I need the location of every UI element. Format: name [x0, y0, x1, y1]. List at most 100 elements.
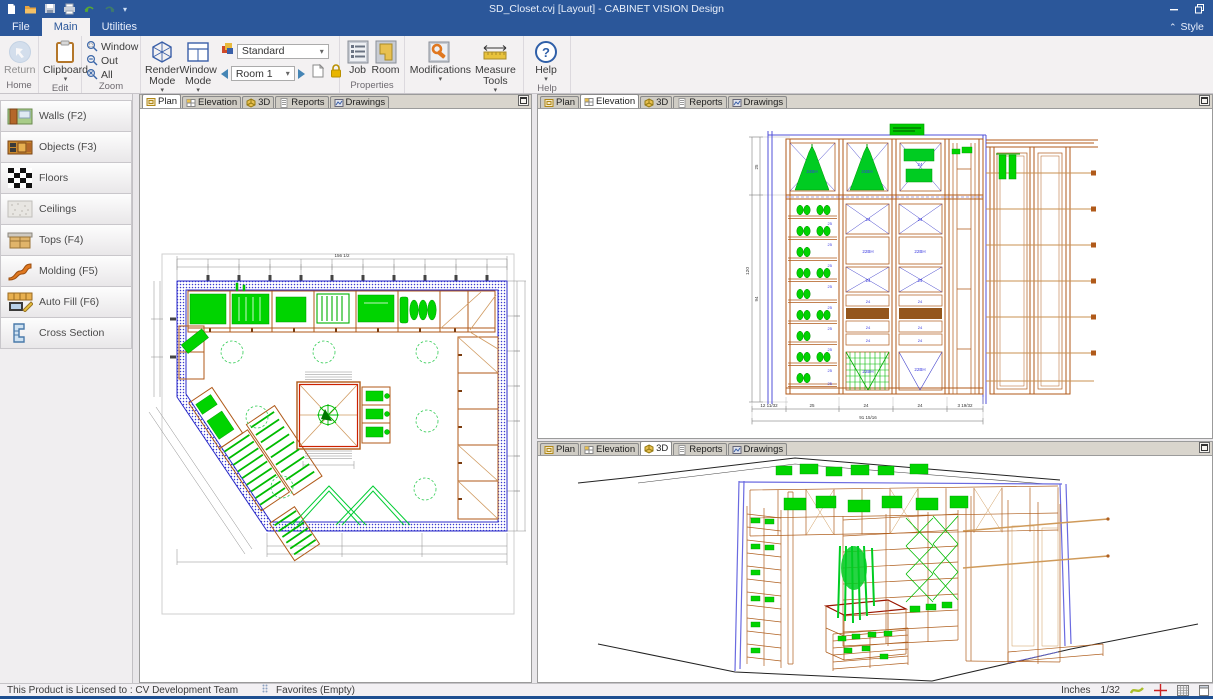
ribbon: Return Home Clipboard ▾ Edit: [0, 36, 1213, 94]
svg-text:24: 24: [866, 325, 871, 330]
new-room-icon[interactable]: [312, 64, 324, 83]
room-properties-button[interactable]: Room: [371, 38, 400, 76]
minimize-button[interactable]: [1161, 0, 1187, 18]
tab-elevation[interactable]: Elevation: [580, 94, 639, 108]
style-button[interactable]: ⌃ Style: [1169, 18, 1213, 36]
elevation-pane-tabs: Plan Elevation 3D Reports Drawings: [538, 95, 1212, 109]
sidebar-item-floors[interactable]: Floors: [0, 163, 132, 194]
reports-icon: [677, 445, 687, 455]
restore-button[interactable]: [1187, 0, 1213, 18]
collapse-ribbon-icon[interactable]: ⌃: [1169, 22, 1177, 33]
svg-text:22BH: 22BH: [862, 249, 873, 254]
window-mode-button[interactable]: Window Mode ▾: [179, 38, 216, 94]
svg-text:?: ?: [542, 45, 550, 60]
sidebar-item-molding[interactable]: Molding (F5): [0, 256, 132, 287]
ribbon-group-properties: Job Room Properties: [340, 36, 405, 93]
measure-tools-dropdown-icon: ▾: [494, 87, 498, 94]
render-mode-icon: [150, 39, 174, 65]
room-prev-button[interactable]: [221, 69, 228, 79]
window-toggle-icon[interactable]: [1199, 685, 1209, 696]
grid-toggle-icon[interactable]: [1177, 685, 1189, 696]
sidebar-item-autofill[interactable]: Auto Fill (F6): [0, 287, 132, 318]
tab-drawings[interactable]: Drawings: [330, 96, 390, 108]
tab-plan[interactable]: Plan: [540, 443, 579, 455]
sidebar-item-tops[interactable]: Tops (F4): [0, 225, 132, 256]
sidebar-item-objects[interactable]: Objects (F3): [0, 132, 132, 163]
tab-plan[interactable]: Plan: [540, 96, 579, 108]
plan-maximize-button[interactable]: [518, 95, 529, 106]
three-d-canvas[interactable]: [538, 456, 1212, 682]
favorites-label[interactable]: Favorites (Empty): [276, 685, 355, 696]
reports-icon: [279, 98, 289, 108]
qat-customize-icon[interactable]: ▾: [123, 5, 127, 14]
undo-icon[interactable]: [83, 3, 96, 15]
svg-text:24: 24: [918, 338, 923, 343]
svg-text:24: 24: [865, 278, 871, 283]
job-button[interactable]: Job: [344, 38, 371, 76]
tab-3d[interactable]: 3D: [640, 441, 672, 455]
group-label-help: Help: [524, 83, 570, 94]
ribbon-group-help: ? Help ▾ Help: [524, 36, 571, 93]
ribbon-group-view: Render Mode ▾ Window Mode ▾ Standard: [141, 36, 340, 93]
tab-3d[interactable]: 3D: [640, 96, 672, 108]
tab-plan[interactable]: Plan: [142, 94, 181, 108]
group-label-properties: Properties: [340, 80, 404, 93]
print-icon[interactable]: [63, 3, 76, 15]
view-style-select[interactable]: Standard ▾: [237, 44, 329, 59]
zoom-out-button[interactable]: Out: [86, 55, 138, 67]
zoom-out-icon: [86, 54, 98, 69]
modifications-button[interactable]: Modifications ▾: [409, 38, 472, 83]
plan-pane: Plan Elevation 3D Reports Drawings: [139, 94, 532, 683]
clipboard-icon: [55, 39, 75, 65]
render-mode-button[interactable]: Render Mode ▾: [145, 38, 179, 94]
units-indicator[interactable]: Inches: [1061, 685, 1090, 696]
elevation-icon: [584, 97, 594, 107]
tab-main[interactable]: Main: [42, 18, 90, 36]
return-button[interactable]: Return: [4, 38, 36, 76]
sidebar-item-walls[interactable]: Walls (F2): [0, 100, 132, 132]
room-properties-icon: [375, 39, 397, 65]
new-file-icon[interactable]: [6, 3, 17, 15]
scale-indicator[interactable]: 1/32: [1101, 685, 1120, 696]
tab-file[interactable]: File: [0, 18, 42, 36]
drawings-icon: [732, 98, 742, 108]
zoom-window-button[interactable]: Window: [86, 41, 138, 53]
room-select[interactable]: Room 1 ▾: [231, 66, 295, 81]
license-text: This Product is Licensed to : CV Develop…: [0, 685, 238, 696]
snap-toggle-icon[interactable]: [1130, 685, 1144, 696]
plan-pane-tabs: Plan Elevation 3D Reports Drawings: [140, 95, 531, 109]
group-label-home: Home: [0, 80, 38, 93]
help-button[interactable]: ? Help ▾: [528, 38, 564, 83]
svg-text:24BH: 24BH: [861, 169, 872, 174]
open-folder-icon[interactable]: [24, 3, 37, 15]
room-next-button[interactable]: [298, 69, 305, 79]
tab-reports[interactable]: Reports: [275, 96, 328, 108]
tab-reports[interactable]: Reports: [673, 443, 726, 455]
tab-3d[interactable]: 3D: [242, 96, 274, 108]
three-d-maximize-button[interactable]: [1199, 442, 1210, 453]
svg-text:24: 24: [918, 325, 923, 330]
elev-dim-height: 120: [745, 267, 751, 275]
svg-text:25: 25: [828, 326, 833, 331]
titlebar: ▾ SD_Closet.cvj [Layout] - CABINET VISIO…: [0, 0, 1213, 18]
sidebar-item-ceilings[interactable]: Ceilings: [0, 194, 132, 225]
sidebar-item-cross-section[interactable]: Cross Section: [0, 318, 132, 349]
plan-canvas[interactable]: 156 1/2: [140, 109, 531, 682]
crosshair-toggle-icon[interactable]: [1154, 684, 1167, 697]
tab-drawings[interactable]: Drawings: [728, 96, 788, 108]
svg-text:24: 24: [918, 299, 923, 304]
tab-drawings[interactable]: Drawings: [728, 443, 788, 455]
redo-icon[interactable]: [103, 3, 116, 15]
measure-tools-button[interactable]: Measure Tools ▾: [472, 38, 519, 94]
zoom-all-button[interactable]: All: [86, 69, 138, 81]
clipboard-dropdown-icon: ▾: [64, 76, 68, 83]
favorites-grip[interactable]: [262, 684, 268, 697]
tab-utilities[interactable]: Utilities: [90, 18, 149, 36]
tab-elevation[interactable]: Elevation: [182, 96, 241, 108]
tab-elevation[interactable]: Elevation: [580, 443, 639, 455]
molding-icon: [1, 261, 39, 281]
tab-reports[interactable]: Reports: [673, 96, 726, 108]
elevation-canvas[interactable]: 120 25 94: [538, 109, 1212, 438]
save-icon[interactable]: [44, 3, 56, 15]
elevation-maximize-button[interactable]: [1199, 95, 1210, 106]
